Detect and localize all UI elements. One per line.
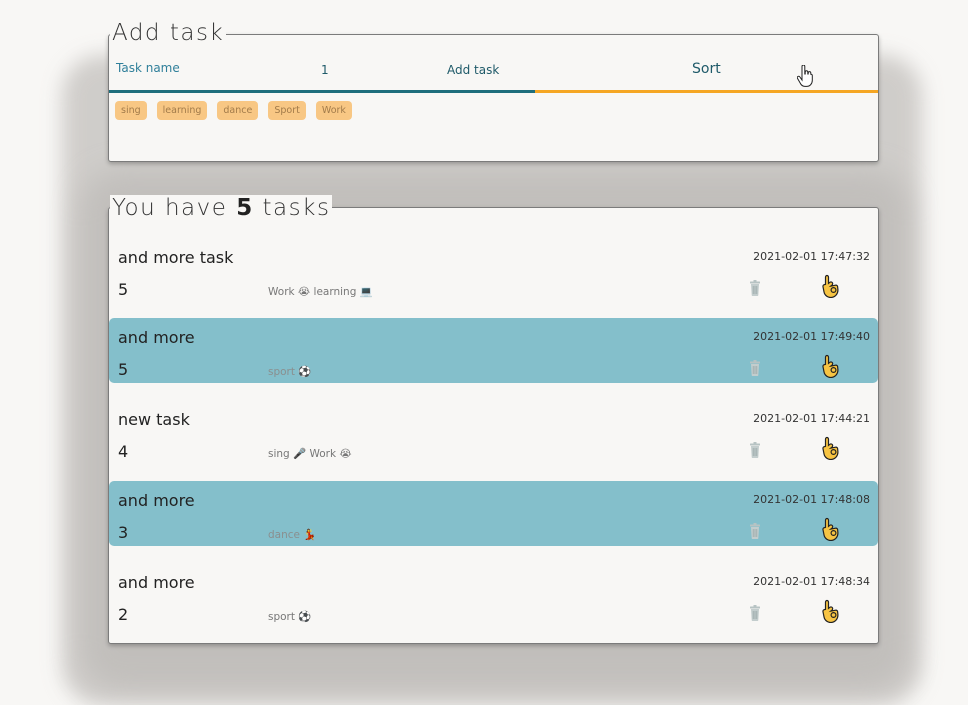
task-tags: sing 🎤 Work 😭 bbox=[268, 448, 352, 460]
trash-icon[interactable] bbox=[749, 605, 761, 621]
task-timestamp: 2021-02-01 17:49:40 bbox=[753, 330, 870, 343]
task-list-panel: and more task 5 Work 😭 learning 💻 2021-0… bbox=[108, 207, 879, 644]
tag-dance[interactable]: dance bbox=[217, 101, 259, 120]
task-title: and more bbox=[118, 491, 195, 510]
task-count-value: 3 bbox=[118, 523, 129, 542]
task-name-input[interactable]: Task name bbox=[116, 61, 180, 75]
ok-hand-icon[interactable] bbox=[821, 599, 841, 629]
task-count-value: 5 bbox=[118, 280, 129, 299]
task-row[interactable]: and more 2 sport ⚽ 2021-02-01 17:48:34 bbox=[109, 563, 878, 628]
tag-sing[interactable]: sing bbox=[115, 101, 147, 120]
quantity-input[interactable]: 1 bbox=[321, 63, 329, 77]
add-task-heading: Add task bbox=[110, 20, 227, 46]
task-tags: sport ⚽ bbox=[268, 366, 312, 378]
heading-prefix: You have bbox=[112, 195, 228, 221]
task-count: 5 bbox=[236, 195, 254, 221]
task-tags: dance 💃 bbox=[268, 529, 317, 541]
tag-learning[interactable]: learning bbox=[156, 101, 208, 120]
task-timestamp: 2021-02-01 17:47:32 bbox=[753, 250, 870, 263]
add-task-form: Task name 1 Add task Sort bbox=[109, 47, 878, 93]
task-title: and more bbox=[118, 573, 195, 592]
trash-icon[interactable] bbox=[749, 442, 761, 458]
task-input-group: Task name 1 Add task bbox=[109, 47, 535, 93]
tag-list: sing learning dance Sport Work bbox=[115, 101, 352, 120]
heading-suffix: tasks bbox=[262, 195, 331, 221]
trash-icon[interactable] bbox=[749, 280, 761, 296]
task-title: and more bbox=[118, 328, 195, 347]
trash-icon[interactable] bbox=[749, 523, 761, 539]
task-title: and more task bbox=[118, 248, 234, 267]
task-count-value: 5 bbox=[118, 360, 129, 379]
task-row[interactable]: and more 3 dance 💃 2021-02-01 17:48:08 bbox=[109, 481, 878, 546]
task-list-heading: You have 5 tasks bbox=[110, 195, 333, 221]
task-title: new task bbox=[118, 410, 190, 429]
sort-group: Sort bbox=[535, 47, 878, 93]
tag-sport[interactable]: Sport bbox=[268, 101, 306, 120]
task-row[interactable]: and more 5 sport ⚽ 2021-02-01 17:49:40 bbox=[109, 318, 878, 383]
task-tags: sport ⚽ bbox=[268, 611, 312, 623]
add-task-panel: Task name 1 Add task Sort sing learning … bbox=[108, 34, 879, 162]
ok-hand-icon[interactable] bbox=[821, 517, 841, 547]
task-tags: Work 😭 learning 💻 bbox=[268, 286, 373, 298]
sort-button[interactable]: Sort bbox=[692, 61, 721, 77]
task-timestamp: 2021-02-01 17:48:08 bbox=[753, 493, 870, 506]
trash-icon[interactable] bbox=[749, 360, 761, 376]
task-timestamp: 2021-02-01 17:44:21 bbox=[753, 412, 870, 425]
hand-pointer-icon bbox=[796, 64, 813, 92]
ok-hand-icon[interactable] bbox=[821, 354, 841, 384]
tag-work[interactable]: Work bbox=[315, 101, 352, 120]
task-count-value: 2 bbox=[118, 605, 129, 624]
task-row[interactable]: new task 4 sing 🎤 Work 😭 2021-02-01 17:4… bbox=[109, 400, 878, 465]
task-timestamp: 2021-02-01 17:48:34 bbox=[753, 575, 870, 588]
task-count-value: 4 bbox=[118, 442, 129, 461]
ok-hand-icon[interactable] bbox=[821, 436, 841, 466]
task-row[interactable]: and more task 5 Work 😭 learning 💻 2021-0… bbox=[109, 238, 878, 303]
ok-hand-icon[interactable] bbox=[821, 274, 841, 304]
add-task-button[interactable]: Add task bbox=[447, 63, 499, 77]
